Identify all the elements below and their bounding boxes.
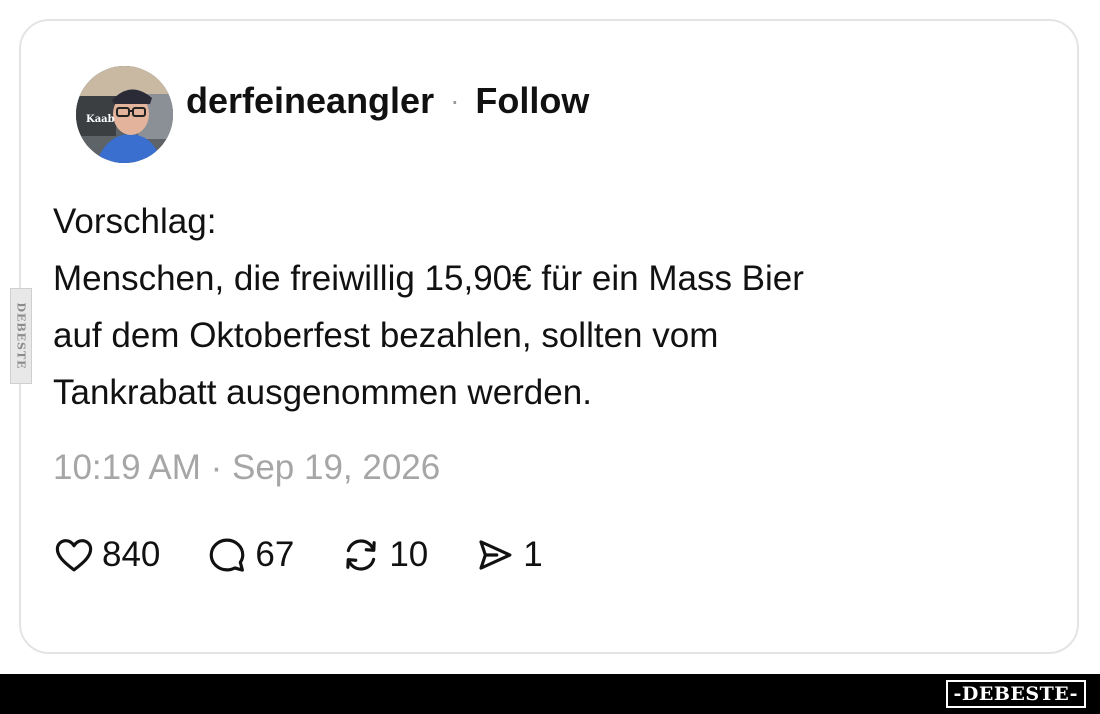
follow-button[interactable]: Follow: [475, 80, 589, 122]
repost-button[interactable]: 10: [340, 534, 428, 576]
like-button[interactable]: 840: [53, 534, 160, 576]
page: Kaab derfeineangler · Follow Vorschlag: …: [0, 0, 1100, 714]
avatar-badge-text: Kaab: [86, 114, 115, 125]
reply-count: 67: [255, 535, 295, 574]
post-header: derfeineangler · Follow: [186, 80, 589, 122]
username-link[interactable]: derfeineangler: [186, 80, 434, 122]
post-timestamp: 10:19 AM · Sep 19, 2026: [53, 448, 441, 487]
send-icon: [479, 540, 512, 570]
speech-bubble-icon: [210, 538, 245, 572]
post-text-line: Tankrabatt ausgenommen werden.: [53, 373, 592, 412]
post-text: Vorschlag: Menschen, die freiwillig 15,9…: [53, 193, 953, 421]
post-text-line: Menschen, die freiwillig 15,90€ für ein …: [53, 259, 804, 298]
header-separator: ·: [450, 85, 460, 116]
side-watermark-text: DEBESTE: [14, 302, 28, 370]
share-count: 1: [523, 535, 543, 574]
share-button[interactable]: 1: [474, 534, 543, 576]
like-count: 840: [102, 535, 161, 574]
post-text-line: Vorschlag:: [53, 202, 217, 241]
repost-count: 10: [389, 535, 429, 574]
side-watermark: DEBESTE: [10, 288, 32, 384]
repost-icon: [346, 539, 377, 571]
action-bar: 840 67 10 1: [53, 534, 589, 576]
heart-icon: [55, 539, 93, 572]
bottom-watermark-bar: -DEBESTE-: [0, 674, 1100, 714]
watermark-logo: -DEBESTE-: [945, 680, 1086, 708]
avatar-image: Kaab: [76, 66, 173, 163]
avatar[interactable]: Kaab: [76, 66, 173, 163]
reply-button[interactable]: 67: [206, 534, 294, 576]
post-text-line: auf dem Oktoberfest bezahlen, sollten vo…: [53, 316, 719, 355]
